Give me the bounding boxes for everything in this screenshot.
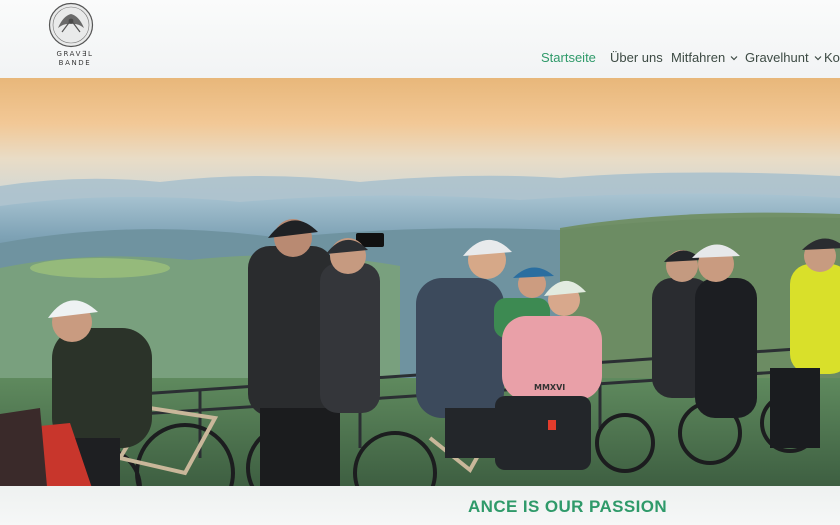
logo-wordmark-top: GRAV∃L <box>56 50 94 58</box>
logo-wordmark-bottom: BANDE <box>58 59 92 67</box>
logo-badge-icon <box>48 2 94 48</box>
tagline-heading: ANCE IS OUR PASSION <box>468 497 668 516</box>
nav-item-label: Gravelhunt <box>745 50 809 65</box>
site-header: GRAV∃L BANDE Startseite Über uns Mitfahr… <box>0 0 840 84</box>
nav-item-label: Kor <box>824 50 840 65</box>
chevron-down-icon <box>814 55 822 60</box>
main-nav: Startseite Über uns Mitfahren Gravelhunt… <box>541 50 840 76</box>
nav-item-gravelhunt[interactable]: Gravelhunt <box>745 50 822 65</box>
tagline-section <box>0 486 840 525</box>
site-logo[interactable]: GRAV∃L BANDE <box>44 2 106 68</box>
nav-item-mitfahren[interactable]: Mitfahren <box>671 50 738 65</box>
nav-item-label: Über uns <box>610 50 663 65</box>
nav-item-ueber-uns[interactable]: Über uns <box>610 50 663 65</box>
nav-item-label: Startseite <box>541 50 596 65</box>
jersey-text: MMXVI <box>534 383 565 392</box>
nav-item-startseite[interactable]: Startseite <box>541 50 596 65</box>
nav-item-kontakt[interactable]: Kor <box>824 50 840 65</box>
chevron-down-icon <box>730 55 738 60</box>
hero-image: MMXVI <box>0 78 840 498</box>
hero-photo-riders: MMXVI <box>0 78 840 498</box>
nav-item-label: Mitfahren <box>671 50 726 65</box>
